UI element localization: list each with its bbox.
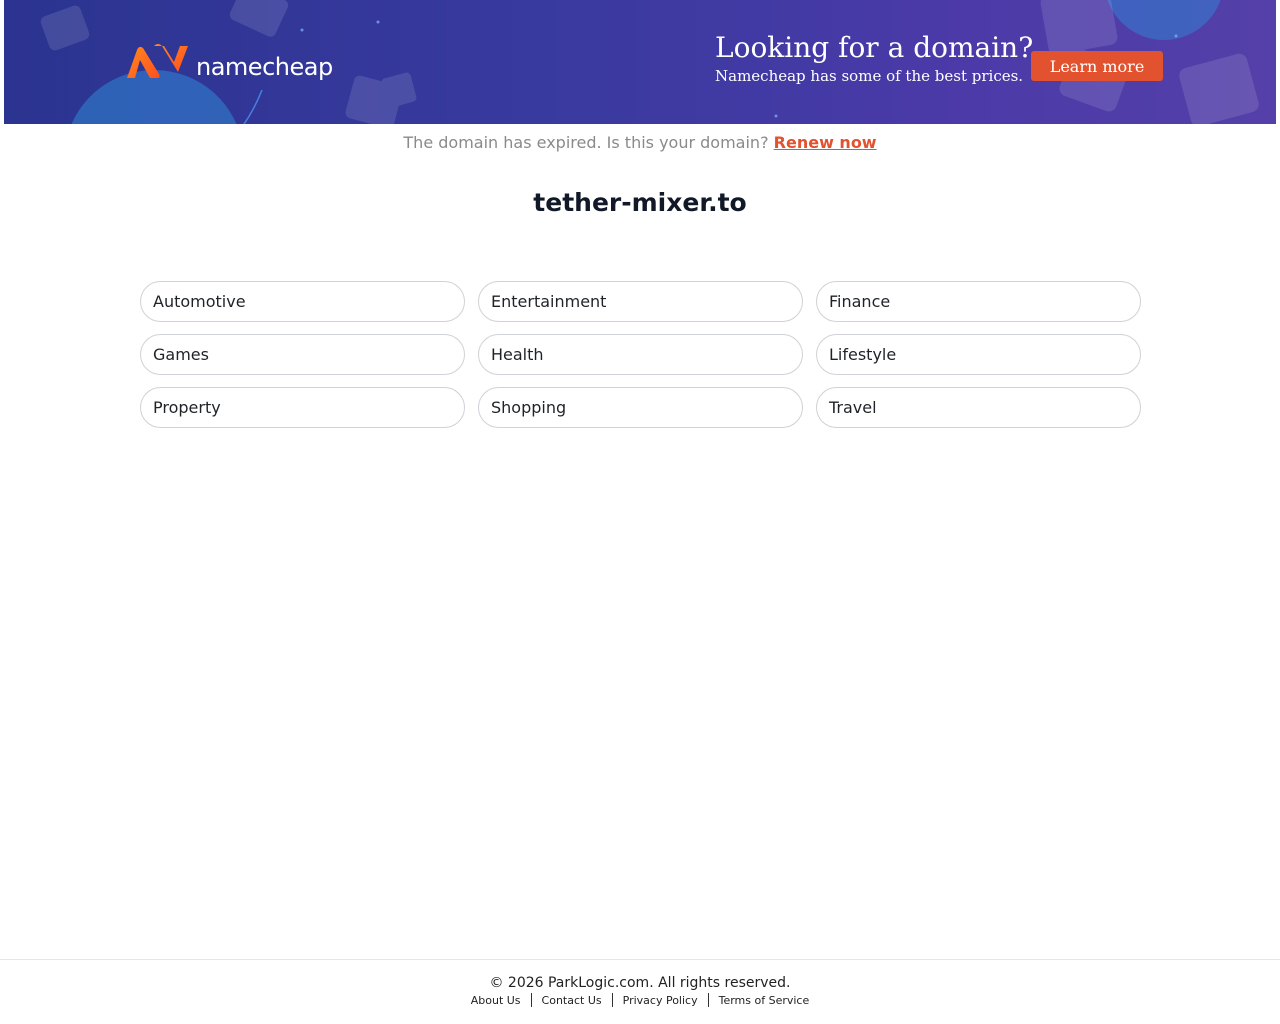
- renew-now-link[interactable]: Renew now: [774, 133, 877, 152]
- category-lifestyle[interactable]: Lifestyle: [816, 334, 1141, 375]
- domain-title: tether-mixer.to: [533, 188, 747, 217]
- namecheap-n-icon: [127, 44, 188, 78]
- category-finance[interactable]: Finance: [816, 281, 1141, 322]
- category-grid: Automotive Entertainment Finance Games H…: [140, 281, 1141, 428]
- promo-title: Looking for a domain?: [715, 31, 1034, 64]
- contact-us-link[interactable]: Contact Us: [532, 994, 612, 1007]
- footer: © 2026 ParkLogic.com. All rights reserve…: [0, 959, 1280, 1024]
- promo-text: Looking for a domain? Namecheap has some…: [715, 30, 1033, 86]
- promo-subtitle: Namecheap has some of the best prices.: [715, 67, 1024, 85]
- category-automotive[interactable]: Automotive: [140, 281, 465, 322]
- page: namecheap Looking for a domain? Namechea…: [0, 0, 1280, 1024]
- category-shopping[interactable]: Shopping: [478, 387, 803, 428]
- category-entertainment[interactable]: Entertainment: [478, 281, 803, 322]
- about-us-link[interactable]: About Us: [461, 994, 531, 1007]
- category-property[interactable]: Property: [140, 387, 465, 428]
- footer-links: About Us Contact Us Privacy Policy Terms…: [0, 993, 1280, 1007]
- privacy-policy-link[interactable]: Privacy Policy: [613, 994, 708, 1007]
- expiry-notice-text: The domain has expired. Is this your dom…: [403, 133, 769, 152]
- category-health[interactable]: Health: [478, 334, 803, 375]
- promo-banner[interactable]: namecheap Looking for a domain? Namechea…: [4, 0, 1276, 124]
- logo-text: namecheap: [196, 53, 333, 81]
- copyright-text: © 2026 ParkLogic.com. All rights reserve…: [489, 975, 791, 991]
- learn-more-button[interactable]: Learn more: [1031, 51, 1163, 81]
- category-travel[interactable]: Travel: [816, 387, 1141, 428]
- terms-of-service-link[interactable]: Terms of Service: [709, 994, 820, 1007]
- category-games[interactable]: Games: [140, 334, 465, 375]
- namecheap-logo[interactable]: namecheap: [124, 42, 333, 82]
- expiry-notice: The domain has expired. Is this your dom…: [0, 133, 1280, 152]
